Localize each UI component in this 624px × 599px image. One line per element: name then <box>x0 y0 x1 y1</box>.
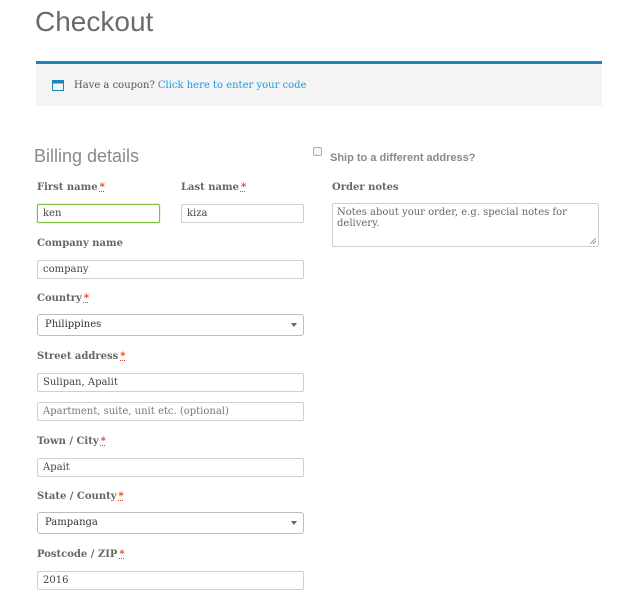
street-label: Street address * <box>37 351 126 362</box>
country-select[interactable]: Philippines <box>37 314 304 336</box>
company-label: Company name <box>37 238 123 249</box>
country-label: Country * <box>37 293 89 304</box>
state-label-text: State / County <box>37 491 117 502</box>
required-marker: * <box>120 351 126 362</box>
calendar-icon <box>52 79 64 91</box>
street-address-input[interactable]: Sulipan, Apalit <box>37 373 304 392</box>
chevron-down-icon <box>291 323 297 327</box>
state-selected-value: Pampanga <box>45 517 98 528</box>
last-name-input[interactable]: kiza <box>181 204 304 223</box>
country-selected-value: Philippines <box>45 319 102 330</box>
required-marker: * <box>118 491 124 502</box>
first-name-label: First name * <box>37 182 105 193</box>
postcode-label: Postcode / ZIP * <box>37 549 125 560</box>
coupon-link[interactable]: Click here to enter your code <box>158 80 307 91</box>
street-address-2-input[interactable]: Apartment, suite, unit etc. (optional) <box>37 402 304 421</box>
chevron-down-icon <box>291 521 297 525</box>
order-notes-label: Order notes <box>332 182 399 193</box>
required-marker: * <box>119 549 125 560</box>
last-name-label-text: Last name <box>181 182 239 193</box>
street-label-text: Street address <box>37 351 119 362</box>
postcode-label-text: Postcode / ZIP <box>37 549 118 560</box>
order-notes-textarea[interactable]: Notes about your order, e.g. special not… <box>332 203 599 247</box>
required-marker: * <box>99 182 105 193</box>
required-marker: * <box>83 293 90 304</box>
postcode-input[interactable]: 2016 <box>37 571 304 590</box>
ship-different-label[interactable]: Ship to a different address? <box>330 152 475 164</box>
state-label: State / County * <box>37 491 124 502</box>
last-name-label: Last name * <box>181 182 246 193</box>
billing-details-title: Billing details <box>34 146 140 166</box>
ship-different-address[interactable]: Ship to a different address? <box>313 147 475 164</box>
page-title: Checkout <box>35 6 154 37</box>
city-label: Town / City * <box>37 436 106 447</box>
required-marker: * <box>100 436 106 447</box>
resize-handle-icon[interactable] <box>590 238 596 244</box>
country-label-text: Country <box>37 293 82 304</box>
state-select[interactable]: Pampanga <box>37 512 304 534</box>
city-input[interactable]: Apait <box>37 458 304 477</box>
ship-different-checkbox[interactable] <box>313 147 322 156</box>
order-notes-placeholder: Notes about your order, e.g. special not… <box>337 207 567 229</box>
company-input[interactable]: company <box>37 260 304 279</box>
first-name-label-text: First name <box>37 182 98 193</box>
city-label-text: Town / City <box>37 436 99 447</box>
coupon-prompt: Have a coupon? <box>74 79 155 91</box>
required-marker: * <box>240 182 247 193</box>
coupon-notice: Have a coupon? Click here to enter your … <box>36 61 602 106</box>
first-name-input[interactable]: ken <box>37 204 160 223</box>
